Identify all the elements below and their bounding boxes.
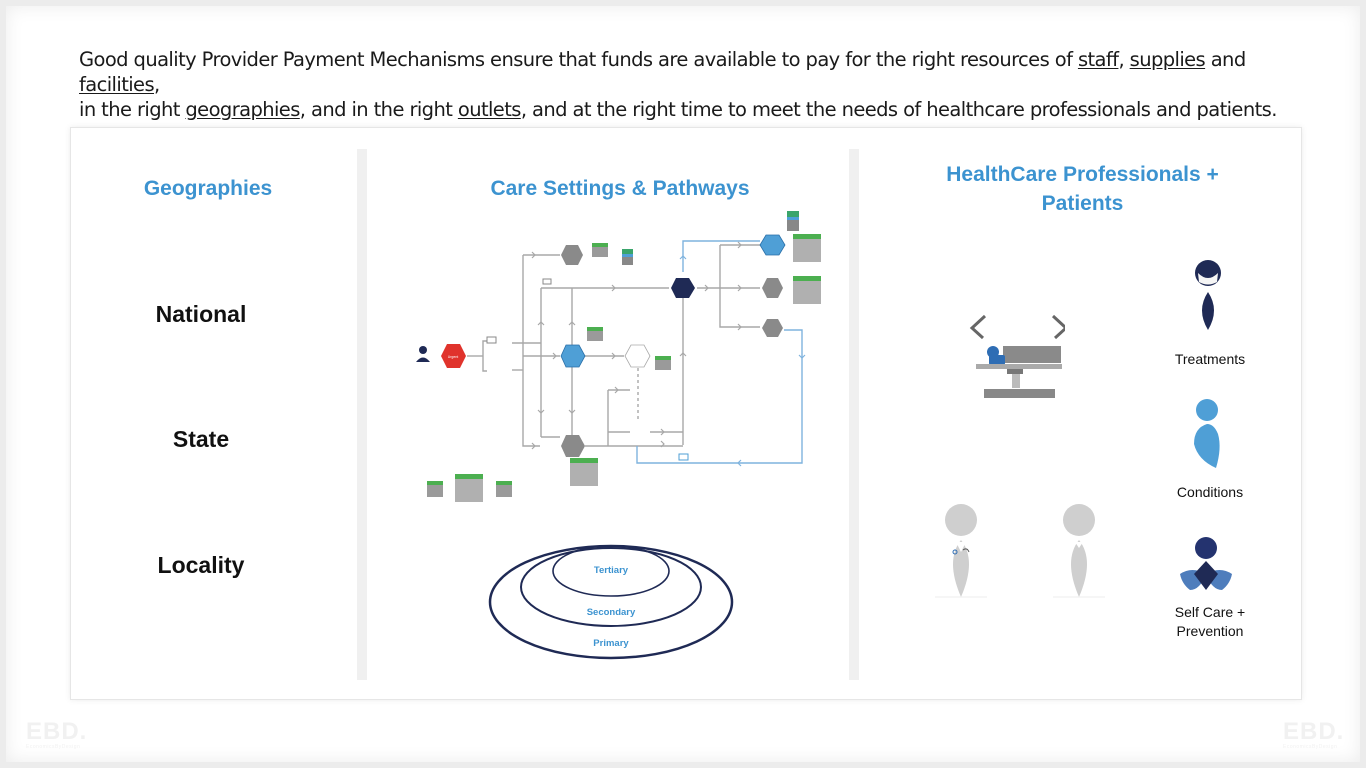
hcp-title-line1: HealthCare Professionals + xyxy=(946,163,1219,186)
care-settings-title: Care Settings & Pathways xyxy=(490,177,750,200)
care-levels-diagram: Tertiary Secondary Primary xyxy=(488,544,734,660)
geo-locality: Locality xyxy=(157,552,245,578)
geo-national: National xyxy=(155,301,247,327)
geographies-title: Geographies xyxy=(143,177,273,200)
logo-tagline: EconomicsByDesign xyxy=(26,744,81,750)
logo-mark: EBD. xyxy=(26,718,88,745)
hcp-title-line2: Patients xyxy=(1041,192,1124,215)
resource-transfer-node xyxy=(762,319,783,337)
specialist-node xyxy=(759,234,786,256)
emergency-node xyxy=(561,435,585,457)
citizen-icon xyxy=(416,346,430,362)
ambulance-blue-icon xyxy=(678,453,689,461)
underlined-term: outlets xyxy=(457,98,522,121)
professional-icon xyxy=(1053,504,1105,598)
column-divider-1 xyxy=(357,149,367,680)
underlined-term: supplies xyxy=(1129,48,1206,71)
underlined-term: facilities xyxy=(79,73,155,96)
self-care-node xyxy=(561,245,583,265)
discharge-node xyxy=(624,344,651,368)
self-care-label: Self Care + Prevention xyxy=(1150,603,1270,641)
ebd-logo-left: EBD. EconomicsByDesign xyxy=(26,718,87,750)
secondary-label: Secondary xyxy=(587,607,636,618)
logo-tagline: EconomicsByDesign xyxy=(1283,744,1338,750)
self-care-icon xyxy=(1180,537,1232,590)
geo-state: State xyxy=(172,426,230,452)
conditions-icon xyxy=(1194,399,1220,468)
care-pathway-diagram: Urgent xyxy=(416,211,821,502)
higher-level-node xyxy=(762,278,783,298)
operating-table-icon xyxy=(969,314,1065,398)
ebd-logo-right: EBD. EconomicsByDesign xyxy=(1283,718,1344,750)
hcp-title: HealthCare Professionals + Patients xyxy=(920,160,1245,218)
intro-text: and xyxy=(1205,48,1246,71)
underlined-term: geographies xyxy=(185,98,300,121)
intro-text: Good quality Provider Payment Mechanisms… xyxy=(79,48,1078,71)
intro-text: , xyxy=(154,73,160,96)
logo-mark: EBD. xyxy=(1283,718,1345,745)
doctor-icon xyxy=(935,504,987,598)
primary-label: Primary xyxy=(593,638,629,649)
intro-text: , and at the right time to meet the need… xyxy=(520,98,1278,121)
resource-control-node xyxy=(671,278,695,298)
intro-text: , and in the right xyxy=(299,98,458,121)
pathway-lines xyxy=(467,244,760,447)
intro-text: , xyxy=(1118,48,1130,71)
urgent-label: Urgent xyxy=(448,355,459,359)
self-care-label-line1: Self Care + xyxy=(1174,604,1246,620)
treatments-icon xyxy=(1195,260,1221,330)
urgent-care-node xyxy=(560,344,586,368)
column-divider-2 xyxy=(849,149,859,680)
intro-text: in the right xyxy=(79,98,186,121)
intro-paragraph: Good quality Provider Payment Mechanisms… xyxy=(79,47,1279,122)
underlined-term: staff xyxy=(1077,48,1119,71)
conditions-label: Conditions xyxy=(1176,484,1244,500)
self-care-label-line2: Prevention xyxy=(1176,623,1244,639)
tertiary-label: Tertiary xyxy=(594,565,629,576)
treatments-label: Treatments xyxy=(1174,351,1246,367)
